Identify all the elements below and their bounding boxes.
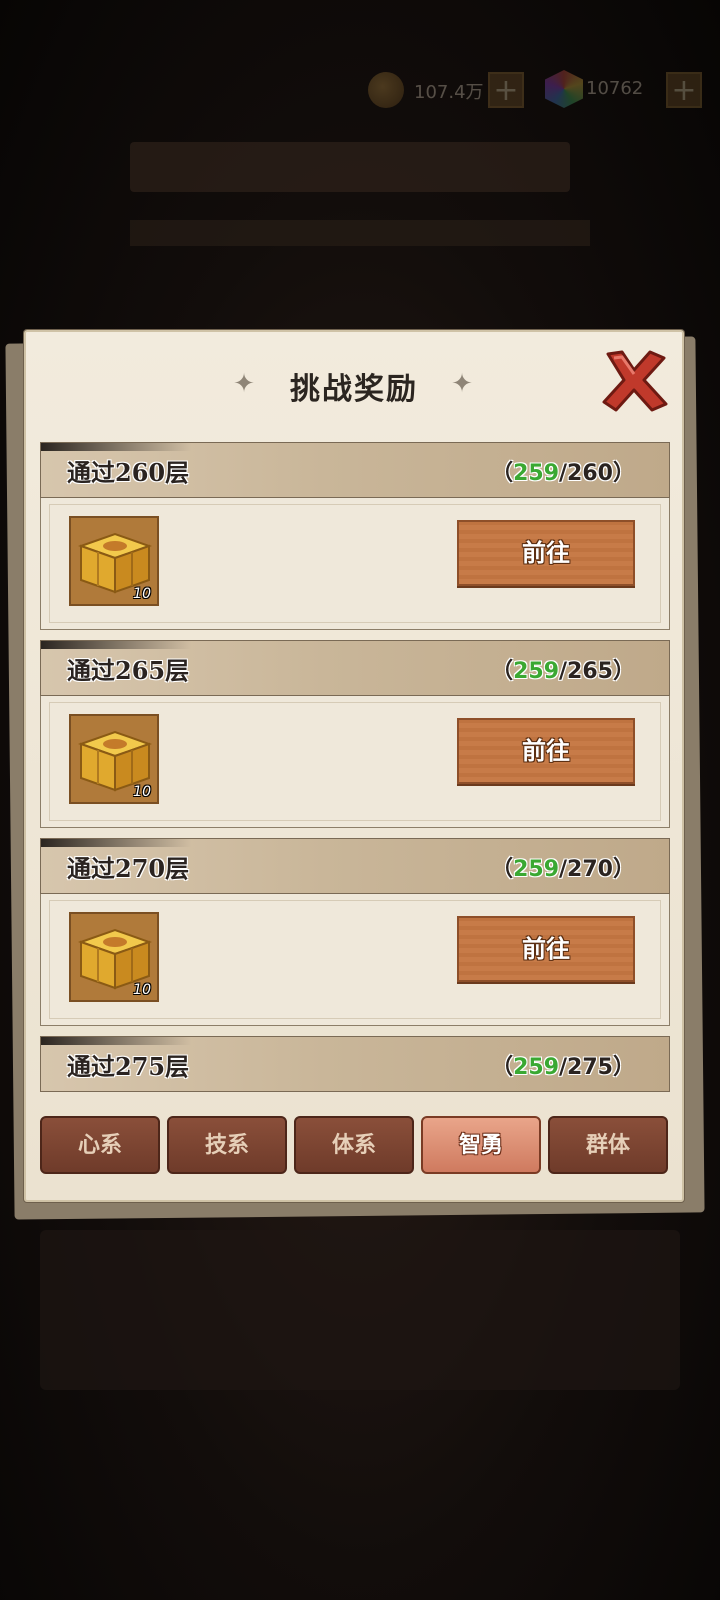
tab-heart[interactable]: 心系 xyxy=(40,1116,160,1174)
coin-count: 107.4万 xyxy=(414,82,484,103)
add-gems-button[interactable]: + xyxy=(666,72,702,108)
reward-progress: （259/275） xyxy=(491,1055,635,1080)
coin-icon xyxy=(368,72,404,108)
tab-wisdom-courage[interactable]: 智勇 xyxy=(421,1116,541,1174)
background-banner xyxy=(130,142,570,192)
reward-item-title: 通过270层 xyxy=(67,854,190,883)
dialog-title: 挑战奖励 xyxy=(290,372,418,407)
dialog-header: ✦ 挑战奖励 ✦ xyxy=(26,360,682,408)
reward-list[interactable]: 通过260层 （259/260） 10 前往 通过265层 （259/265） … xyxy=(40,442,670,1092)
reward-item-header: 通过260层 （259/260） xyxy=(40,442,670,498)
go-button[interactable]: 前往 xyxy=(457,718,635,784)
shuriken-icon: ✦ xyxy=(451,369,473,399)
background-subtitle xyxy=(130,220,590,246)
treasure-box-icon[interactable]: 10 xyxy=(69,912,159,1002)
go-button[interactable]: 前往 xyxy=(457,520,635,586)
reward-count: 10 xyxy=(133,784,151,800)
reward-item: 通过270层 （259/270） 10 前往 xyxy=(40,838,670,1028)
reward-item-body: 10 前往 xyxy=(40,498,670,630)
background-hud: 107.4万 + 10762 + xyxy=(0,68,720,112)
reward-item-header: 通过270层 （259/270） xyxy=(40,838,670,894)
treasure-box-icon[interactable]: 10 xyxy=(69,714,159,804)
tab-group[interactable]: 群体 xyxy=(548,1116,668,1174)
reward-item-title: 通过275层 xyxy=(67,1052,190,1081)
reward-item: 通过265层 （259/265） 10 前往 xyxy=(40,640,670,830)
close-x-icon[interactable] xyxy=(598,348,670,414)
go-button[interactable]: 前往 xyxy=(457,916,635,982)
reward-progress: （259/260） xyxy=(491,461,635,486)
reward-item-body: 10 前往 xyxy=(40,696,670,828)
reward-item-header: 通过265层 （259/265） xyxy=(40,640,670,696)
reward-item-header: 通过275层 （259/275） xyxy=(40,1036,670,1092)
treasure-box-icon[interactable]: 10 xyxy=(69,516,159,606)
reward-item-body: 10 前往 xyxy=(40,894,670,1026)
category-tabs: 心系 技系 体系 智勇 群体 xyxy=(40,1116,672,1176)
reward-progress: （259/270） xyxy=(491,857,635,882)
reward-item-title: 通过260层 xyxy=(67,458,190,487)
reward-count: 10 xyxy=(133,586,151,602)
background-panel xyxy=(40,1230,680,1390)
gem-count: 10762 xyxy=(586,78,644,99)
challenge-rewards-dialog: ✦ 挑战奖励 ✦ 通过260层 （259/260） 10 前往 通过265层 （… xyxy=(24,330,684,1202)
add-coins-button[interactable]: + xyxy=(488,72,524,108)
reward-progress: （259/265） xyxy=(491,659,635,684)
tab-skill[interactable]: 技系 xyxy=(167,1116,287,1174)
reward-item-title: 通过265层 xyxy=(67,656,190,685)
gem-icon xyxy=(545,70,583,108)
reward-item: 通过260层 （259/260） 10 前往 xyxy=(40,442,670,632)
reward-count: 10 xyxy=(133,982,151,998)
tab-body[interactable]: 体系 xyxy=(294,1116,414,1174)
reward-item: 通过275层 （259/275） xyxy=(40,1036,670,1092)
